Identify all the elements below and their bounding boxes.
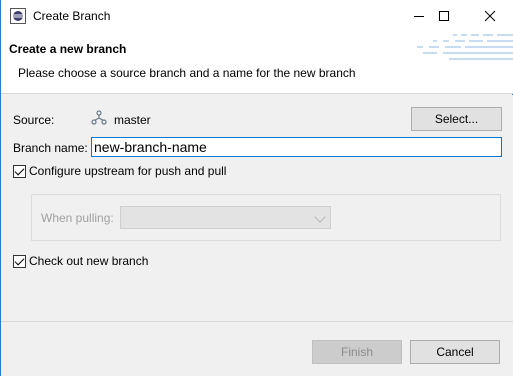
banner-message: Please choose a source branch and a name… — [18, 66, 356, 80]
wizard-banner: Create a new branch Please choose a sour… — [1, 32, 513, 94]
source-branch-value: master — [114, 113, 151, 127]
cancel-button[interactable]: Cancel — [410, 340, 500, 364]
branch-name-input[interactable] — [91, 137, 502, 157]
branch-name-label: Branch name: — [13, 141, 88, 155]
banner-decoration-graphic — [417, 34, 513, 60]
dialog-content: Source: master Select... Branch name: Co… — [1, 95, 513, 321]
create-branch-dialog: Create Branch Create a new branch Please… — [0, 0, 513, 376]
configure-upstream-checkbox[interactable]: Configure upstream for push and pull — [13, 164, 226, 178]
maximize-button[interactable] — [421, 0, 467, 32]
finish-button[interactable]: Finish — [312, 340, 402, 364]
branch-icon — [91, 110, 107, 125]
source-label: Source: — [13, 113, 55, 127]
upstream-options-group: When pulling: — [31, 194, 501, 241]
checkbox-checked-icon[interactable] — [13, 164, 26, 178]
when-pulling-select[interactable] — [120, 206, 331, 229]
checkout-branch-label: Check out new branch — [29, 254, 149, 268]
eclipse-app-icon — [10, 8, 26, 24]
when-pulling-label: When pulling: — [41, 211, 114, 225]
configure-upstream-label: Configure upstream for push and pull — [29, 164, 227, 178]
banner-title: Create a new branch — [9, 42, 127, 56]
checkout-branch-checkbox[interactable]: Check out new branch — [13, 254, 148, 268]
chevron-down-icon — [314, 211, 326, 223]
close-icon — [484, 10, 496, 22]
close-button[interactable] — [467, 0, 513, 32]
title-bar: Create Branch — [1, 0, 513, 32]
window-title: Create Branch — [33, 9, 111, 23]
select-source-button[interactable]: Select... — [411, 107, 502, 131]
checkbox-checked-icon[interactable] — [13, 254, 26, 268]
maximize-icon — [439, 11, 449, 21]
dialog-footer: Finish Cancel — [1, 321, 513, 376]
